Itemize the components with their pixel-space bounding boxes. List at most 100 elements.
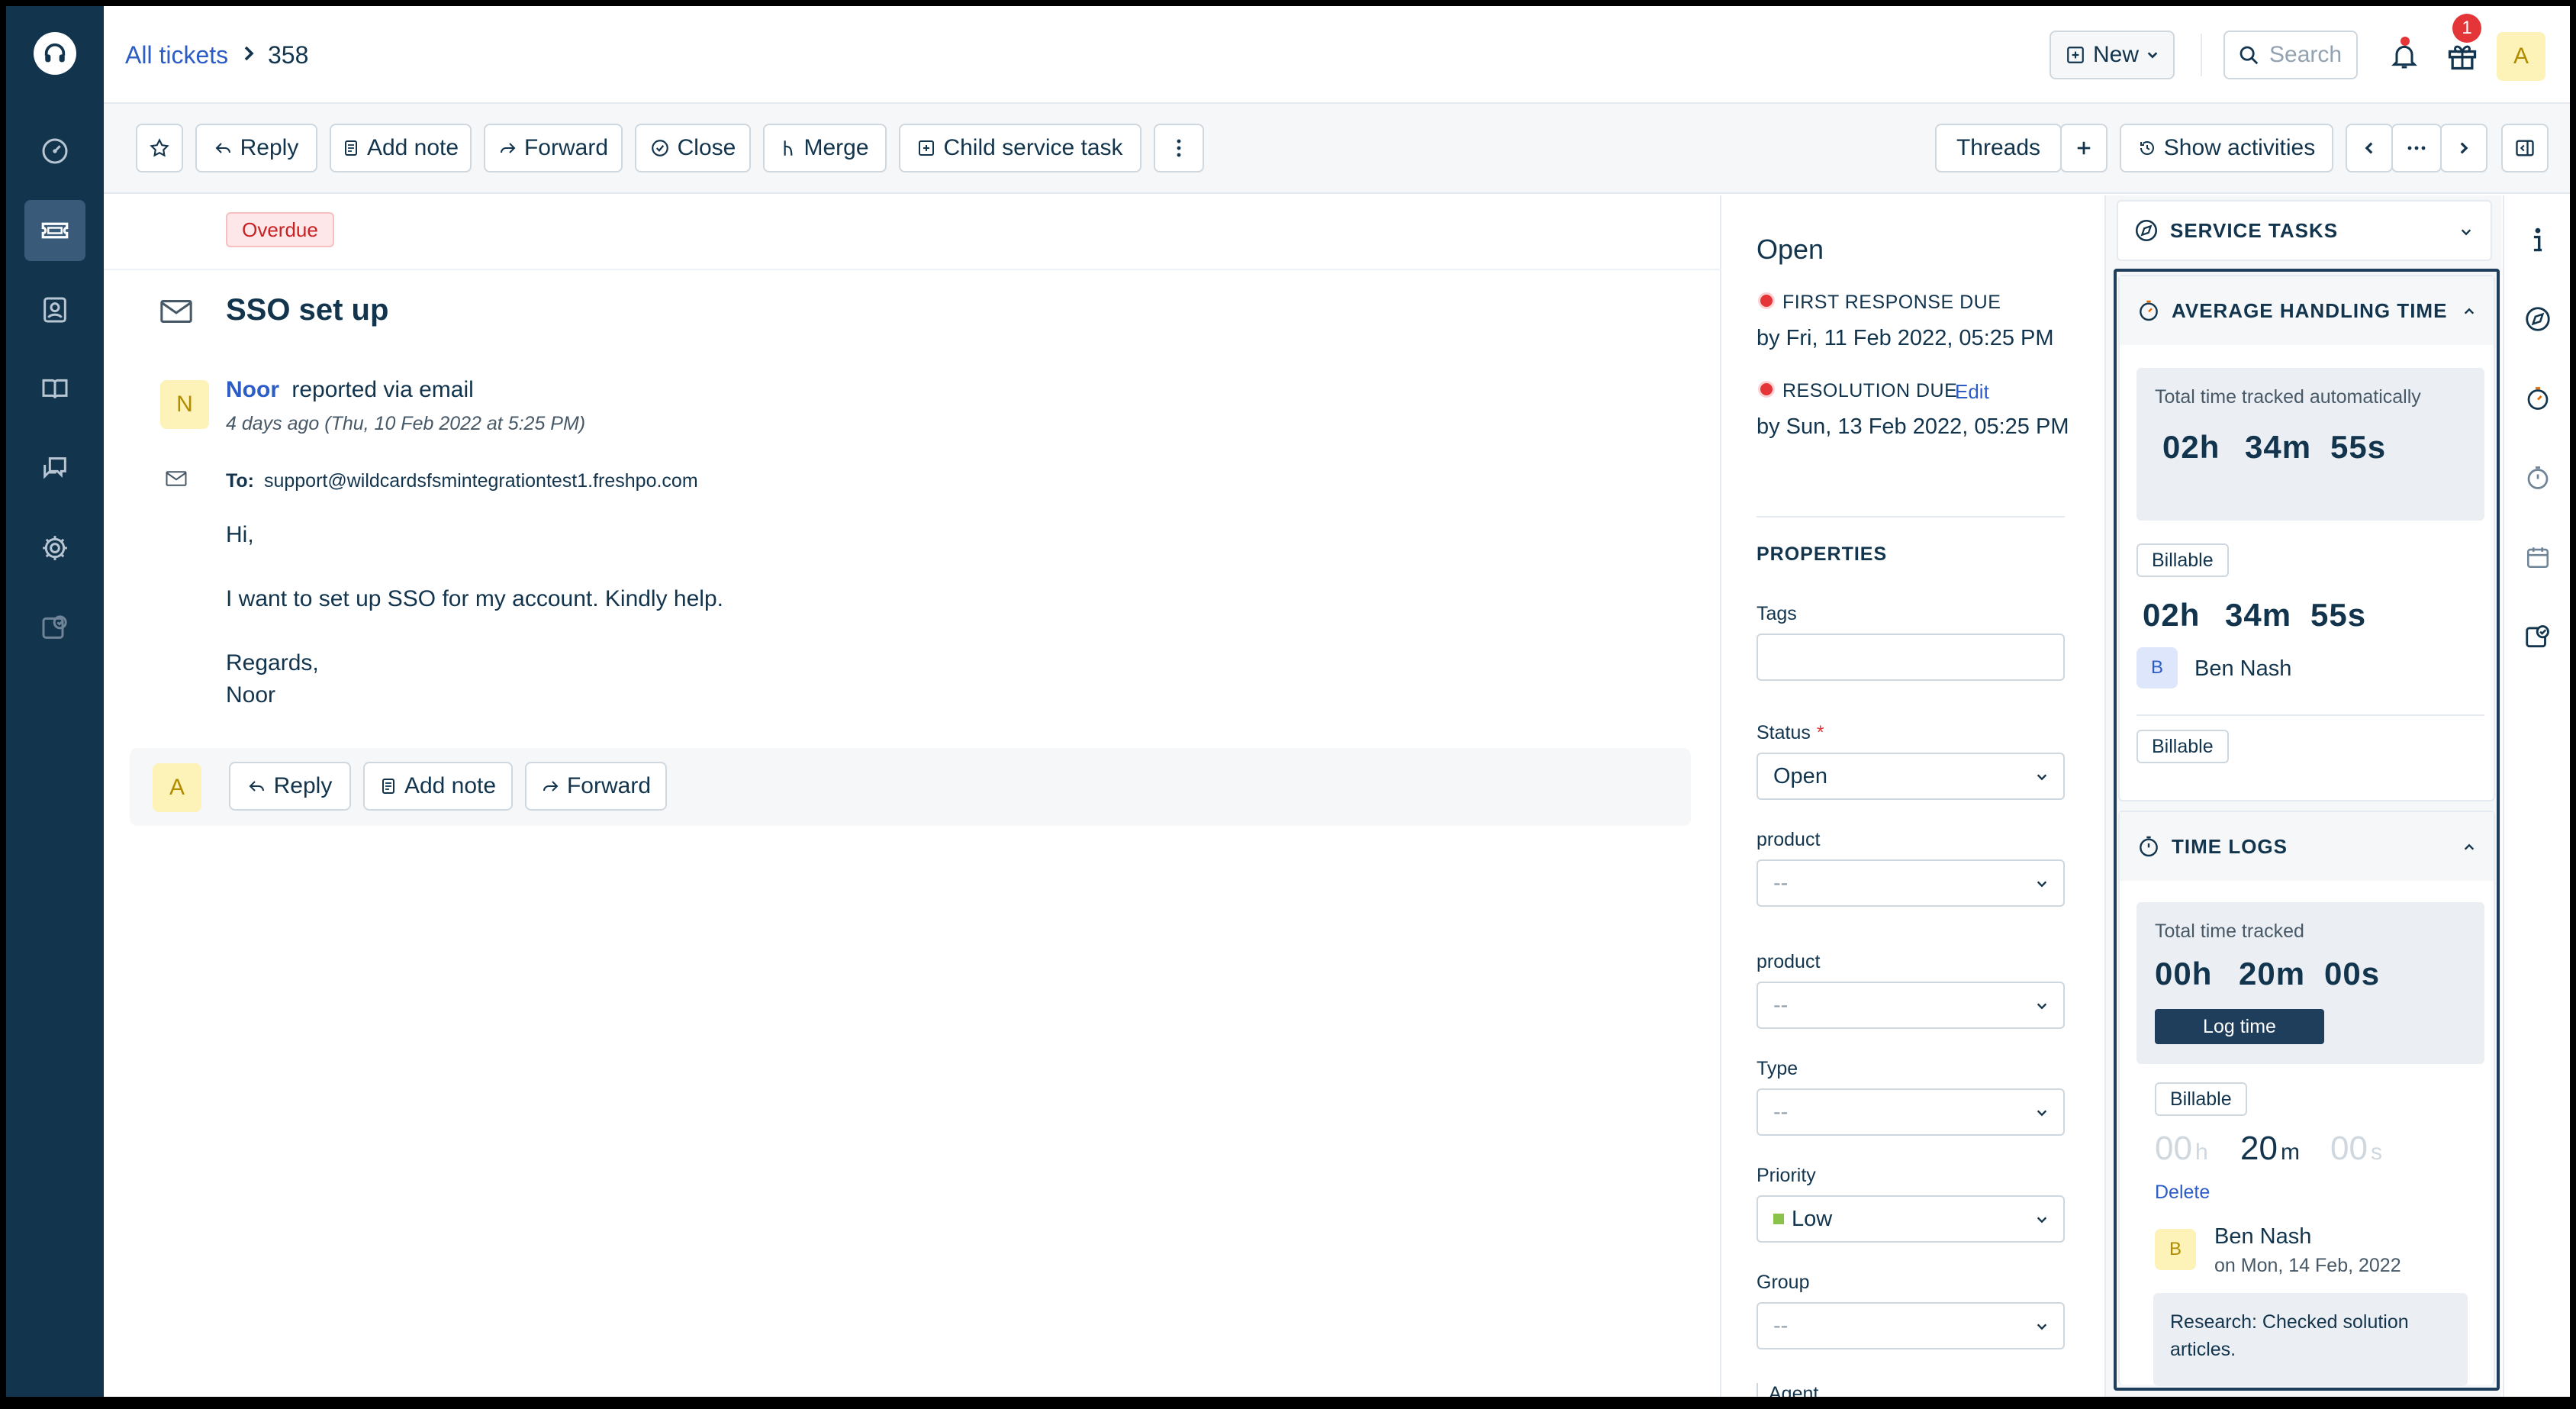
requester-name-link[interactable]: Noor bbox=[226, 377, 279, 402]
auto-hours: 02h bbox=[2162, 429, 2220, 465]
to-line: To: support@wildcardsfsmintegrationtest1… bbox=[226, 470, 698, 492]
nav-tickets[interactable] bbox=[24, 200, 85, 261]
show-activities-label: Show activities bbox=[2163, 135, 2316, 160]
nav-solutions[interactable] bbox=[24, 359, 85, 420]
message-line: Noor bbox=[226, 682, 276, 708]
check-circle-icon bbox=[651, 140, 668, 156]
priority-select[interactable]: Low bbox=[1757, 1195, 2065, 1243]
resolution-edit-link[interactable]: Edit bbox=[1955, 380, 1989, 404]
close-button[interactable]: Close bbox=[635, 124, 751, 172]
note-icon bbox=[344, 140, 357, 156]
chevron-left-icon bbox=[2365, 142, 2373, 154]
time-logs-header[interactable]: TIME LOGS bbox=[2120, 812, 2494, 881]
next-ticket-button[interactable] bbox=[2440, 124, 2487, 172]
show-activities-button[interactable]: Show activities bbox=[2120, 124, 2333, 172]
required-marker: * bbox=[1816, 722, 1824, 743]
toggle-sidebar-button[interactable] bbox=[2501, 124, 2549, 172]
aht-header[interactable]: AVERAGE HANDLING TIME bbox=[2120, 276, 2494, 345]
nav-admin[interactable] bbox=[24, 517, 85, 579]
merge-label: Merge bbox=[803, 135, 869, 160]
chevron-down-icon bbox=[2037, 1324, 2047, 1330]
plus-square-icon bbox=[2067, 47, 2084, 63]
forward-button[interactable]: Forward bbox=[484, 124, 623, 172]
breadcrumb-all-tickets[interactable]: All tickets bbox=[125, 41, 228, 69]
chat-icon bbox=[43, 457, 66, 479]
message-line: Hi, bbox=[226, 522, 254, 547]
rail-apps[interactable] bbox=[2520, 618, 2556, 655]
rail-time-logs[interactable] bbox=[2520, 459, 2556, 496]
reply-button-bottom[interactable]: Reply bbox=[229, 762, 351, 811]
entry-hours-value: 00 bbox=[2155, 1130, 2192, 1167]
product-select-2[interactable]: -- bbox=[1757, 982, 2065, 1029]
tags-input[interactable] bbox=[1757, 634, 2065, 681]
new-button[interactable]: New bbox=[2050, 31, 2175, 79]
threads-label: Threads bbox=[1956, 135, 2041, 160]
delete-log-link[interactable]: Delete bbox=[2155, 1182, 2210, 1204]
entry-minutes-value: 20 bbox=[2240, 1130, 2278, 1167]
widget-rail bbox=[2503, 195, 2570, 1397]
entry-hours: 00 h bbox=[2155, 1130, 2208, 1168]
type-select[interactable]: -- bbox=[1757, 1088, 2065, 1136]
apps-icon bbox=[2526, 625, 2549, 648]
nav-dashboard[interactable] bbox=[24, 121, 85, 182]
info-icon bbox=[2533, 227, 2542, 252]
add-note-button[interactable]: Add note bbox=[330, 124, 472, 172]
chevron-down-icon bbox=[2461, 229, 2471, 236]
reply-button[interactable]: Reply bbox=[195, 124, 317, 172]
nav-contacts[interactable] bbox=[24, 279, 85, 340]
stopwatch-icon bbox=[2527, 387, 2549, 410]
forward-label: Forward bbox=[566, 773, 652, 798]
merge-button[interactable]: Merge bbox=[763, 124, 887, 172]
ticket-list-button[interactable] bbox=[2391, 124, 2442, 172]
aht-user-name: Ben Nash bbox=[2194, 656, 2292, 681]
rail-aht[interactable] bbox=[2520, 380, 2556, 417]
threads-button[interactable]: Threads bbox=[1935, 124, 2062, 172]
log-time-button[interactable]: Log time bbox=[2155, 1009, 2324, 1044]
top-header: All tickets 358 New Search 1 A bbox=[104, 6, 2570, 104]
product-select[interactable]: -- bbox=[1757, 859, 2065, 907]
first-response-value: by Fri, 11 Feb 2022, 05:25 PM bbox=[1757, 326, 2054, 350]
envelope-small-icon bbox=[166, 471, 187, 486]
search-box[interactable]: Search bbox=[2223, 31, 2358, 79]
service-tasks-header[interactable]: SERVICE TASKS bbox=[2117, 200, 2492, 261]
favorite-button[interactable] bbox=[136, 124, 183, 172]
user-avatar[interactable]: A bbox=[2497, 32, 2545, 81]
auto-time-label: Total time tracked automatically bbox=[2155, 386, 2421, 408]
priority-color-swatch bbox=[1773, 1214, 1784, 1224]
rail-service-tasks[interactable] bbox=[2520, 301, 2556, 337]
notification-dot bbox=[2401, 37, 2410, 46]
entry-hours-unit: h bbox=[2194, 1140, 2208, 1165]
status-label-text: Status bbox=[1757, 722, 1811, 743]
reply-bar: A Reply Add note Forward bbox=[130, 748, 1691, 826]
forward-icon bbox=[500, 143, 516, 153]
requester-avatar: N bbox=[160, 380, 209, 429]
whats-new-button[interactable] bbox=[2443, 37, 2481, 75]
group-select[interactable]: -- bbox=[1757, 1302, 2065, 1349]
app-logo[interactable] bbox=[34, 32, 76, 75]
nav-conversations[interactable] bbox=[24, 438, 85, 499]
group-select-value: -- bbox=[1773, 1313, 1789, 1338]
resolution-label: RESOLUTION DUE bbox=[1782, 380, 1958, 401]
nav-apps[interactable] bbox=[24, 597, 85, 658]
dashboard-icon bbox=[42, 138, 68, 164]
forward-button-bottom[interactable]: Forward bbox=[525, 762, 667, 811]
rail-calendar[interactable] bbox=[2520, 539, 2556, 576]
log-user-name: Ben Nash bbox=[2214, 1224, 2312, 1249]
add-note-button-bottom[interactable]: Add note bbox=[363, 762, 513, 811]
chevron-up-icon bbox=[2464, 843, 2475, 850]
product-select-value: -- bbox=[1773, 870, 1789, 895]
chevron-right-icon bbox=[244, 46, 254, 61]
status-select[interactable]: Open bbox=[1757, 753, 2065, 800]
overdue-badge: Overdue bbox=[226, 212, 334, 247]
previous-ticket-button[interactable] bbox=[2346, 124, 2393, 172]
agent-field-marker bbox=[1757, 1383, 1758, 1397]
to-address: support@wildcardsfsmintegrationtest1.fre… bbox=[263, 470, 698, 492]
more-actions-button[interactable] bbox=[1154, 124, 1204, 172]
child-service-task-button[interactable]: Child service task bbox=[899, 124, 1141, 172]
widgets-panel: SERVICE TASKS AVERAGE HANDLING TIME Tota… bbox=[2104, 195, 2501, 1397]
rail-info[interactable] bbox=[2520, 221, 2556, 258]
gear-icon bbox=[43, 536, 67, 560]
add-thread-button[interactable] bbox=[2060, 124, 2107, 172]
log-user-avatar: B bbox=[2155, 1229, 2196, 1270]
entry-seconds-unit: s bbox=[2370, 1140, 2382, 1165]
